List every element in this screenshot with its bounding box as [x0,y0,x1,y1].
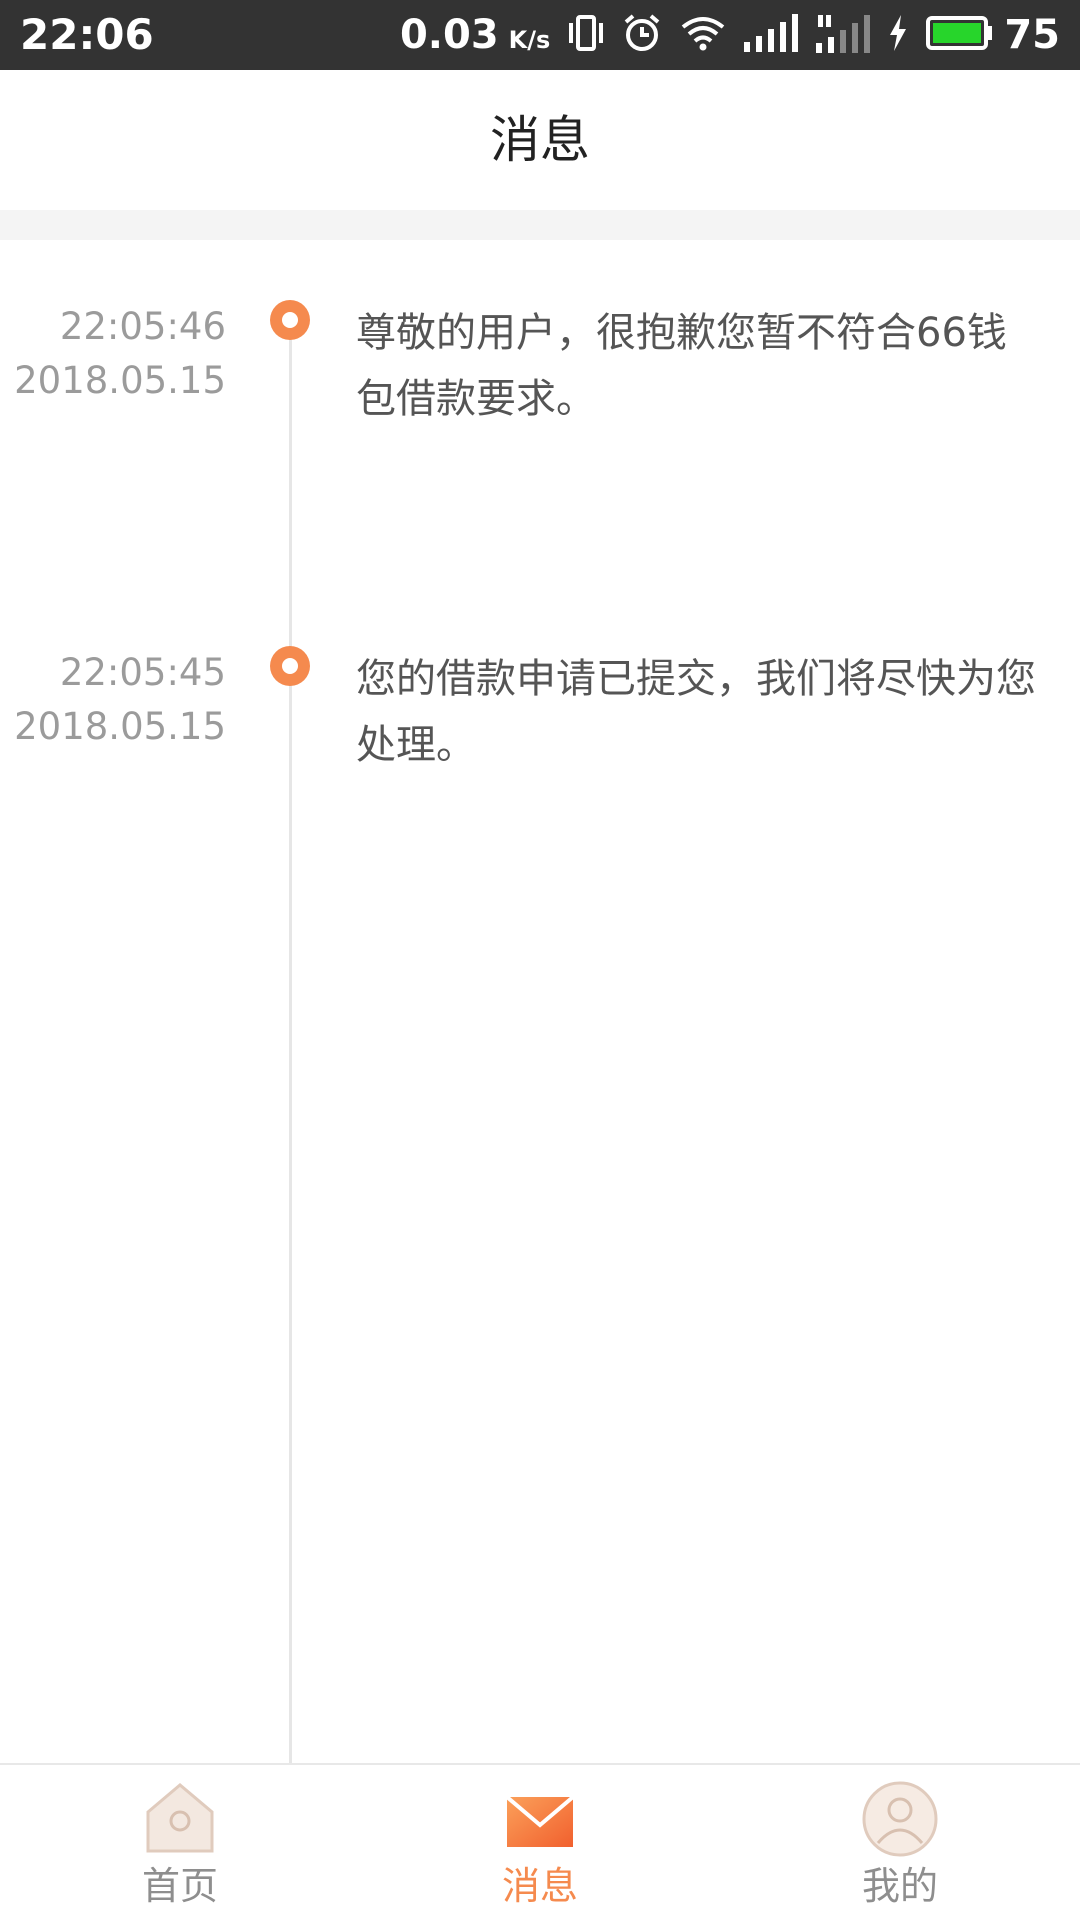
alarm-icon [622,13,662,57]
nav-messages[interactable]: 消息 [440,1765,640,1922]
nav-profile[interactable]: 我的 [800,1765,1000,1922]
message-text: 尊敬的用户，很抱歉您暂不符合66钱包借款要求。 [356,310,1007,422]
nav-home-label: 首页 [141,1864,218,1908]
signal-4g-icon [816,13,871,57]
message-date: 2018.05.15 [14,359,226,402]
signal-icon [744,14,799,56]
message-item[interactable]: 22:05:45 2018.05.15 您的借款申请已提交，我们将尽快为您处理。 [0,646,1080,846]
status-bar: 22:06 0.03 K/s 75 [0,0,1080,70]
charging-icon [888,15,908,55]
message-timestamp: 22:05:45 2018.05.15 [14,646,226,754]
message-time: 22:05:46 [59,305,226,348]
wifi-icon [680,13,726,57]
timeline-line [289,318,292,1763]
nav-messages-label: 消息 [501,1864,578,1908]
message-text: 您的借款申请已提交，我们将尽快为您处理。 [356,656,1036,768]
message-date: 2018.05.15 [14,705,226,748]
vibrate-icon [568,13,604,57]
network-speed: 0.03 K/s [400,12,550,58]
network-speed-value: 0.03 [399,12,499,58]
battery-icon [926,15,993,55]
mail-icon [505,1795,575,1847]
nav-profile-label: 我的 [861,1864,938,1908]
status-icons: 0.03 K/s 75 [382,0,1060,70]
status-time: 22:06 [20,10,154,59]
page-title: 消息 [490,111,590,169]
section-divider [0,210,1080,240]
bottom-nav: 首页 消息 我的 [0,1763,1080,1922]
nav-home[interactable]: 首页 [80,1765,280,1922]
profile-icon [862,1781,938,1857]
home-icon [146,1783,214,1853]
network-speed-unit: K/s [508,26,551,54]
timeline-dot-icon [270,646,310,686]
message-item[interactable]: 22:05:46 2018.05.15 尊敬的用户，很抱歉您暂不符合66钱包借款… [0,300,1080,500]
timeline-dot-icon [270,300,310,340]
battery-level: 75 [1004,12,1060,58]
message-time: 22:05:45 [59,651,226,694]
message-timestamp: 22:05:46 2018.05.15 [14,300,226,408]
title-bar: 消息 [0,70,1080,210]
